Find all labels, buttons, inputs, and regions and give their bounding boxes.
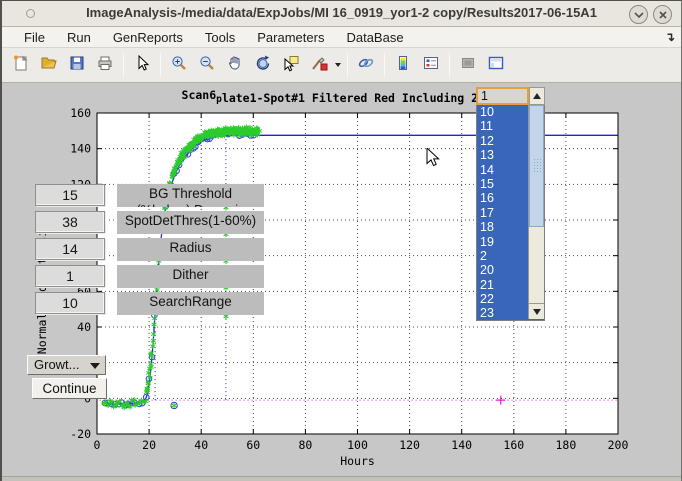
rotate-3d-button[interactable] (250, 52, 276, 78)
application-window: ImageAnalysis-/media/data/ExpJobs/MI 16_… (0, 0, 682, 481)
close-button[interactable] (653, 5, 672, 24)
chevron-down-icon (633, 9, 645, 21)
brush-data-button[interactable] (306, 52, 332, 78)
list-scrollbar[interactable] (528, 105, 544, 319)
close-icon (657, 9, 669, 21)
toolbar-separator (160, 53, 161, 77)
y-tick-label: 160 (70, 106, 91, 120)
mouse-cursor (426, 148, 442, 168)
open-file-icon (40, 54, 58, 77)
x-tick-label: 180 (556, 438, 577, 452)
menu-overflow-icon[interactable]: ↴ (665, 30, 675, 44)
param-label-bg-threshold: BG Threshold(%below) Dynamic (117, 184, 264, 207)
window-frame-bottom (2, 476, 682, 481)
brush-menu-caret-button[interactable] (333, 52, 343, 78)
zoom-in-button[interactable] (166, 52, 192, 78)
insert-colorbar-button[interactable] (390, 52, 416, 78)
menu-bar: FileRunGenReportsToolsParametersDataBase (2, 27, 681, 48)
brush-menu-caret-icon (334, 55, 342, 75)
param-input-dither[interactable]: 1 (35, 265, 105, 287)
menu-database[interactable]: DataBase (336, 28, 413, 47)
arrow-up-icon (533, 93, 541, 99)
data-cursor-button[interactable] (278, 52, 304, 78)
window-title: ImageAnalysis-/media/data/ExpJobs/MI 16_… (2, 5, 681, 20)
scroll-up-button[interactable] (529, 87, 545, 105)
pan-button[interactable] (222, 52, 248, 78)
print-figure-button[interactable] (92, 52, 118, 78)
brush-data-icon (310, 54, 328, 77)
x-axis-label: Hours (340, 454, 375, 468)
param-label-searchrange: SearchRange (117, 292, 264, 315)
show-plot-tools-icon (487, 54, 505, 77)
continue-button[interactable]: Continue (32, 378, 107, 399)
y-tick-label: -20 (70, 427, 91, 441)
insert-colorbar-icon (394, 54, 412, 77)
growth-model-label: Growt... (34, 357, 80, 372)
title-bar: ImageAnalysis-/media/data/ExpJobs/MI 16_… (2, 1, 681, 27)
new-document-button[interactable] (8, 52, 34, 78)
zoom-out-icon (198, 54, 216, 77)
data-cursor-icon (282, 54, 300, 77)
menu-file[interactable]: File (14, 28, 55, 47)
param-input-searchrange[interactable]: 10 (35, 292, 105, 314)
minimize-button[interactable] (629, 5, 648, 24)
x-tick-label: 40 (194, 438, 208, 452)
hide-plot-tools-button[interactable] (455, 52, 481, 78)
scrollbar-thumb[interactable] (529, 105, 544, 227)
hide-plot-tools-icon (459, 54, 477, 77)
x-tick-label: 100 (347, 438, 368, 452)
growth-model-dropdown[interactable]: Growt... (27, 355, 106, 375)
zoom-in-icon (170, 54, 188, 77)
show-plot-tools-button[interactable] (483, 52, 509, 78)
param-label-radius: Radius (117, 238, 264, 261)
toolbar-separator (449, 53, 450, 77)
y-tick-label: 40 (77, 320, 91, 334)
x-tick-label: 200 (608, 438, 629, 452)
toolbar-separator (347, 53, 348, 77)
print-figure-icon (96, 54, 114, 77)
toolbar-separator (123, 53, 124, 77)
toolbar-separator (384, 53, 385, 77)
param-input-radius[interactable]: 14 (35, 238, 105, 260)
spot-number-list: 10111213141516171819220212223 (476, 105, 545, 321)
dropdown-arrow-icon (90, 363, 100, 369)
zoom-out-button[interactable] (194, 52, 220, 78)
scroll-down-button[interactable] (529, 303, 544, 319)
x-tick-label: 120 (399, 438, 420, 452)
x-tick-label: 160 (503, 438, 524, 452)
param-input-bg-threshold[interactable]: 15 (35, 184, 105, 206)
scrollbar-grip (533, 158, 542, 174)
menu-run[interactable]: Run (57, 28, 101, 47)
x-tick-label: 60 (246, 438, 260, 452)
rotate-3d-icon (254, 54, 272, 77)
param-label-dither: Dither (117, 265, 264, 288)
insert-legend-button[interactable] (418, 52, 444, 78)
spot-number-combobox[interactable]: 1 (476, 87, 529, 105)
menu-genreports[interactable]: GenReports (103, 28, 193, 47)
toolbar (2, 48, 681, 83)
pan-icon (226, 54, 244, 77)
insert-legend-icon (422, 54, 440, 77)
x-tick-label: 20 (142, 438, 156, 452)
pointer-button[interactable] (129, 52, 155, 78)
link-plots-icon (357, 54, 375, 77)
menu-parameters[interactable]: Parameters (247, 28, 334, 47)
x-tick-label: 80 (298, 438, 312, 452)
y-tick-label: 140 (70, 142, 91, 156)
param-input-spotdetthres-1-60-[interactable]: 38 (35, 211, 105, 233)
x-tick-label: 140 (451, 438, 472, 452)
save-figure-icon (68, 54, 86, 77)
pointer-icon (133, 54, 151, 77)
new-document-icon (12, 54, 30, 77)
x-tick-label: 0 (94, 438, 101, 452)
param-label-spotdetthres-1-60-: SpotDetThres(1-60%) (117, 211, 264, 234)
save-figure-button[interactable] (64, 52, 90, 78)
arrow-down-icon (533, 309, 541, 315)
open-file-button[interactable] (36, 52, 62, 78)
menu-tools[interactable]: Tools (195, 28, 245, 47)
link-plots-button[interactable] (353, 52, 379, 78)
